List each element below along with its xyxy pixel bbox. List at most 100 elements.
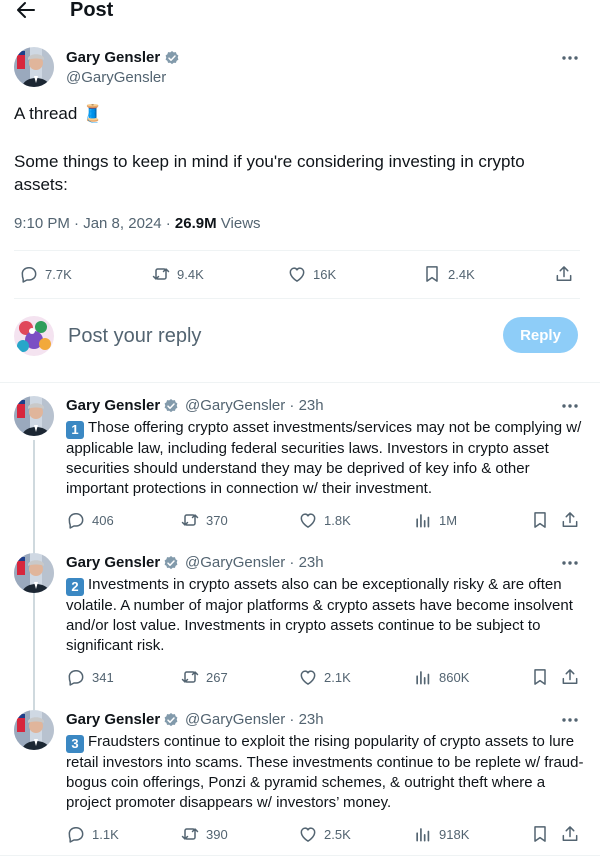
like-count: 1.8K xyxy=(324,512,351,528)
reply-count: 341 xyxy=(92,669,114,685)
like-action[interactable]: 2.1K xyxy=(298,667,351,687)
keycap-number: 3 xyxy=(66,735,84,753)
reply-action[interactable]: 1.1K xyxy=(66,824,119,844)
user-avatar xyxy=(14,316,54,356)
reply-author-avatar[interactable] xyxy=(14,710,54,750)
reply-author-name[interactable]: Gary Gensler xyxy=(66,711,160,729)
repost-icon xyxy=(180,667,200,687)
reply-action[interactable]: 406 xyxy=(66,510,114,530)
verified-badge-icon xyxy=(164,50,180,66)
reply-action[interactable]: 7.7K xyxy=(19,264,72,284)
repost-icon xyxy=(180,510,200,530)
heart-icon xyxy=(287,264,307,284)
views-count: 860K xyxy=(439,669,470,685)
author-name[interactable]: Gary Gensler xyxy=(66,49,160,67)
reply-author-avatar[interactable] xyxy=(14,396,54,436)
divider xyxy=(14,250,580,251)
views-count: 26.9M xyxy=(174,215,217,232)
repost-action[interactable]: 9.4K xyxy=(151,264,204,284)
keycap-number: 1 xyxy=(66,421,84,439)
repost-action[interactable]: 370 xyxy=(180,510,228,530)
repost-count: 370 xyxy=(206,512,228,528)
like-count: 16K xyxy=(313,266,337,282)
bookmark-icon[interactable] xyxy=(530,510,550,530)
like-count: 2.1K xyxy=(324,669,351,685)
more-options-icon[interactable] xyxy=(559,713,581,727)
page-title: Post xyxy=(70,0,114,21)
reply-author-avatar[interactable] xyxy=(14,553,54,593)
reply-count: 7.7K xyxy=(45,266,72,282)
keycap-number: 2 xyxy=(66,578,84,596)
reply-author-name[interactable]: Gary Gensler xyxy=(66,397,160,415)
reply-icon xyxy=(19,264,39,284)
reply-icon xyxy=(66,510,86,530)
verified-badge-icon xyxy=(163,555,179,571)
reply-handle-time[interactable]: @GaryGensler · 23h xyxy=(185,397,324,415)
top-bar: Post xyxy=(0,0,600,26)
reply-handle-time[interactable]: @GaryGensler · 23h xyxy=(185,711,324,729)
repost-count: 9.4K xyxy=(177,266,204,282)
bookmark-icon[interactable] xyxy=(530,824,550,844)
verified-badge-icon xyxy=(163,398,179,414)
views-label: Views xyxy=(216,215,261,232)
repost-icon xyxy=(180,824,200,844)
views-count: 918K xyxy=(439,826,470,842)
author-handle[interactable]: @GaryGensler xyxy=(66,69,166,87)
views-icon xyxy=(413,510,433,530)
more-options-icon[interactable] xyxy=(559,399,581,413)
reply-handle-time[interactable]: @GaryGensler · 23h xyxy=(185,554,324,572)
more-options-icon[interactable] xyxy=(559,556,581,570)
reply-input[interactable]: Post your reply xyxy=(68,324,201,348)
heart-icon xyxy=(298,667,318,687)
reply-action[interactable]: 341 xyxy=(66,667,114,687)
heart-icon xyxy=(298,824,318,844)
reply-body: Those offering crypto asset investments/… xyxy=(66,419,582,497)
divider xyxy=(0,855,600,856)
reply-count: 406 xyxy=(92,512,114,528)
divider xyxy=(14,298,580,299)
post-text-line3: assets: xyxy=(14,175,68,194)
views-icon xyxy=(413,667,433,687)
share-icon[interactable] xyxy=(560,824,580,844)
reply-button[interactable]: Reply xyxy=(503,317,578,353)
author-avatar[interactable] xyxy=(14,47,54,87)
repost-count: 390 xyxy=(206,826,228,842)
more-options-icon[interactable] xyxy=(559,51,581,65)
bookmark-count: 2.4K xyxy=(448,266,475,282)
repost-icon xyxy=(151,264,171,284)
back-arrow-icon[interactable] xyxy=(14,0,38,22)
like-action[interactable]: 2.5K xyxy=(298,824,351,844)
reply-body: Fraudsters continue to exploit the risin… xyxy=(66,733,584,811)
share-icon[interactable] xyxy=(560,667,580,687)
reply-text: 2 Investments in crypto assets also can b… xyxy=(66,575,586,656)
reply-icon xyxy=(66,824,86,844)
verified-badge-icon xyxy=(163,712,179,728)
post-text-line1: A thread 🧵 xyxy=(14,104,104,123)
like-action[interactable]: 16K xyxy=(287,264,336,284)
share-icon[interactable] xyxy=(554,264,574,284)
like-count: 2.5K xyxy=(324,826,351,842)
bookmark-icon xyxy=(422,264,442,284)
post-metadata: 9:10 PM · Jan 8, 2024 · 26.9M Views xyxy=(14,214,261,234)
views-icon xyxy=(413,824,433,844)
post-time[interactable]: 9:10 PM · Jan 8, 2024 · xyxy=(14,215,175,232)
divider xyxy=(0,382,600,383)
bookmark-action[interactable]: 2.4K xyxy=(422,264,475,284)
share-icon[interactable] xyxy=(560,510,580,530)
repost-action[interactable]: 390 xyxy=(180,824,228,844)
repost-count: 267 xyxy=(206,669,228,685)
reply-body: Investments in crypto assets also can be… xyxy=(66,576,573,654)
bookmark-icon[interactable] xyxy=(530,667,550,687)
like-action[interactable]: 1.8K xyxy=(298,510,351,530)
reply-text: 1 Those offering crypto asset investments… xyxy=(66,418,586,499)
reply-text: 3 Fraudsters continue to exploit the risi… xyxy=(66,732,586,813)
post-text-line2: Some things to keep in mind if you're co… xyxy=(14,152,525,171)
heart-icon xyxy=(298,510,318,530)
reply-author-name[interactable]: Gary Gensler xyxy=(66,554,160,572)
views-action[interactable]: 1M xyxy=(413,510,457,530)
views-count: 1M xyxy=(439,512,458,528)
repost-action[interactable]: 267 xyxy=(180,667,228,687)
views-action[interactable]: 860K xyxy=(413,667,469,687)
reply-count: 1.1K xyxy=(92,826,119,842)
views-action[interactable]: 918K xyxy=(413,824,469,844)
